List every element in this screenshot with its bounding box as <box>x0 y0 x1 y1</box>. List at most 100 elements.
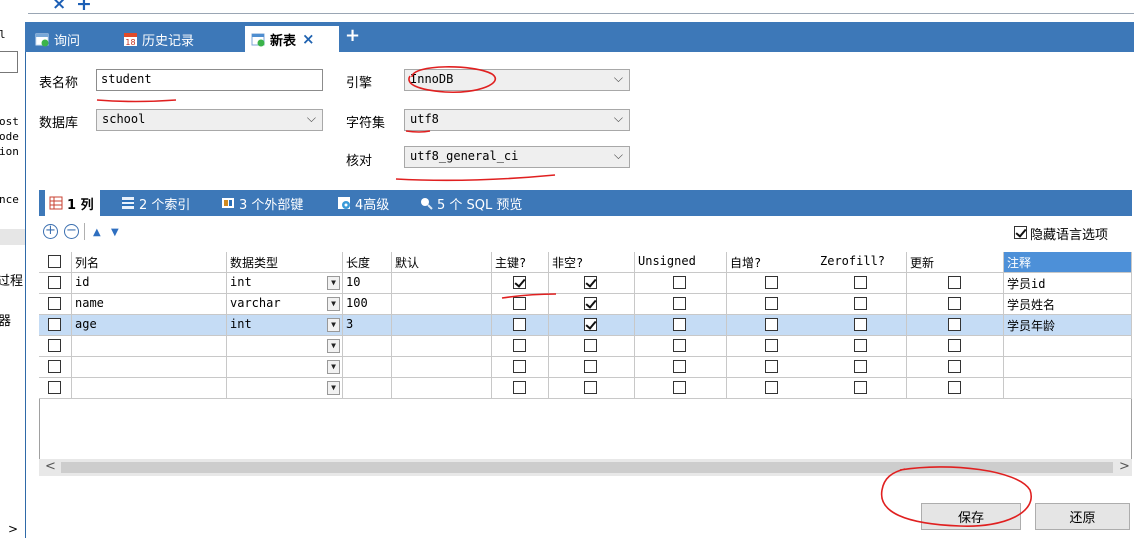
unsigned-checkbox[interactable] <box>673 339 686 352</box>
unsigned-cell[interactable] <box>635 357 727 378</box>
subtab-sql-preview[interactable]: 5 个 SQL 预览 <box>419 190 522 216</box>
zerofill-cell[interactable] <box>817 294 907 315</box>
pk-checkbox[interactable] <box>513 360 526 373</box>
notnull-cell[interactable] <box>549 294 635 315</box>
notnull-cell[interactable] <box>549 315 635 336</box>
subtab-columns[interactable]: 1 列 <box>45 190 100 216</box>
zerofill-checkbox[interactable] <box>854 297 867 310</box>
pk-checkbox[interactable] <box>513 339 526 352</box>
type-dropdown-icon[interactable]: ▼ <box>327 297 340 311</box>
update-checkbox[interactable] <box>948 381 961 394</box>
comment-cell[interactable] <box>1004 357 1132 378</box>
row-selector[interactable] <box>39 294 72 315</box>
comment-cell[interactable]: 学员年龄 <box>1004 315 1132 336</box>
column-header[interactable]: 默认 <box>392 252 492 273</box>
move-up-icon[interactable]: ▲ <box>93 227 101 238</box>
notnull-checkbox[interactable] <box>584 318 597 331</box>
pk-checkbox[interactable] <box>513 297 526 310</box>
default-cell[interactable] <box>392 378 492 399</box>
column-header[interactable]: 非空? <box>549 252 635 273</box>
column-header[interactable]: 注释 <box>1004 252 1132 273</box>
autoinc-cell[interactable] <box>727 357 819 378</box>
row-checkbox[interactable] <box>48 339 61 352</box>
column-header[interactable]: 列名 <box>72 252 227 273</box>
column-name-cell[interactable] <box>72 336 227 357</box>
table-name-input[interactable]: student <box>96 69 323 91</box>
scroll-thumb[interactable] <box>61 462 1113 473</box>
type-dropdown-icon[interactable]: ▼ <box>327 381 340 395</box>
row-checkbox[interactable] <box>48 297 61 310</box>
zerofill-checkbox[interactable] <box>854 360 867 373</box>
column-header[interactable]: 主键? <box>492 252 549 273</box>
row-selector[interactable] <box>39 315 72 336</box>
column-name-cell[interactable]: name <box>72 294 227 315</box>
comment-cell[interactable]: 学员姓名 <box>1004 294 1132 315</box>
update-checkbox[interactable] <box>948 276 961 289</box>
autoinc-cell[interactable] <box>727 294 819 315</box>
hide-lang-checkbox[interactable] <box>1014 226 1027 239</box>
column-header[interactable]: 自增? <box>727 252 819 273</box>
default-cell[interactable] <box>392 273 492 294</box>
data-type-cell[interactable]: ▼ <box>227 357 343 378</box>
column-name-cell[interactable]: id <box>72 273 227 294</box>
move-down-icon[interactable]: ▼ <box>111 227 119 238</box>
length-cell[interactable] <box>343 336 392 357</box>
grid-horizontal-scrollbar[interactable]: < > <box>39 459 1132 476</box>
data-type-cell[interactable]: varchar ▼ <box>227 294 343 315</box>
zerofill-cell[interactable] <box>817 336 907 357</box>
comment-cell[interactable] <box>1004 336 1132 357</box>
tab-history[interactable]: 18 历史记录 <box>123 26 194 52</box>
unsigned-cell[interactable] <box>635 378 727 399</box>
data-type-cell[interactable]: int ▼ <box>227 273 343 294</box>
pk-cell[interactable] <box>492 336 549 357</box>
type-dropdown-icon[interactable]: ▼ <box>327 276 340 290</box>
autoinc-checkbox[interactable] <box>765 318 778 331</box>
tab-query[interactable]: 询问 <box>35 26 80 52</box>
update-cell[interactable] <box>907 315 1004 336</box>
pk-checkbox[interactable] <box>513 318 526 331</box>
zerofill-checkbox[interactable] <box>854 318 867 331</box>
column-header[interactable]: 更新 <box>907 252 1004 273</box>
update-checkbox[interactable] <box>948 318 961 331</box>
comment-cell[interactable]: 学员id <box>1004 273 1132 294</box>
row-checkbox[interactable] <box>48 381 61 394</box>
subtab-advanced[interactable]: 4高级 <box>337 190 389 216</box>
row-checkbox[interactable] <box>48 318 61 331</box>
update-checkbox[interactable] <box>948 339 961 352</box>
autoinc-cell[interactable] <box>727 378 819 399</box>
header-select-all[interactable] <box>39 252 72 273</box>
add-column-button[interactable]: + <box>43 224 58 239</box>
autoinc-checkbox[interactable] <box>765 360 778 373</box>
length-cell[interactable] <box>343 357 392 378</box>
close-window-icon[interactable]: × <box>52 0 66 14</box>
revert-button[interactable]: 还原 <box>1035 503 1130 530</box>
data-type-cell[interactable]: int ▼ <box>227 315 343 336</box>
scroll-left-icon[interactable]: < <box>45 459 56 474</box>
row-selector[interactable] <box>39 378 72 399</box>
notnull-cell[interactable] <box>549 357 635 378</box>
data-type-cell[interactable]: ▼ <box>227 378 343 399</box>
type-dropdown-icon[interactable]: ▼ <box>327 339 340 353</box>
database-select[interactable]: school ⌵ <box>96 109 323 131</box>
zerofill-cell[interactable] <box>817 357 907 378</box>
row-selector[interactable] <box>39 357 72 378</box>
add-tab-icon[interactable]: + <box>345 25 360 46</box>
row-selector[interactable] <box>39 336 72 357</box>
length-cell[interactable]: 100 <box>343 294 392 315</box>
pk-cell[interactable] <box>492 315 549 336</box>
zerofill-cell[interactable] <box>817 378 907 399</box>
zerofill-cell[interactable] <box>817 315 907 336</box>
unsigned-cell[interactable] <box>635 294 727 315</box>
pk-cell[interactable] <box>492 378 549 399</box>
collation-select[interactable]: utf8_general_ci ⌵ <box>404 146 630 168</box>
charset-select[interactable]: utf8 ⌵ <box>404 109 630 131</box>
tab-new-table[interactable]: 新表 × <box>245 26 339 52</box>
pk-cell[interactable] <box>492 294 549 315</box>
notnull-cell[interactable] <box>549 378 635 399</box>
update-cell[interactable] <box>907 378 1004 399</box>
update-cell[interactable] <box>907 357 1004 378</box>
notnull-cell[interactable] <box>549 273 635 294</box>
zerofill-checkbox[interactable] <box>854 381 867 394</box>
data-type-cell[interactable]: ▼ <box>227 336 343 357</box>
unsigned-checkbox[interactable] <box>673 297 686 310</box>
